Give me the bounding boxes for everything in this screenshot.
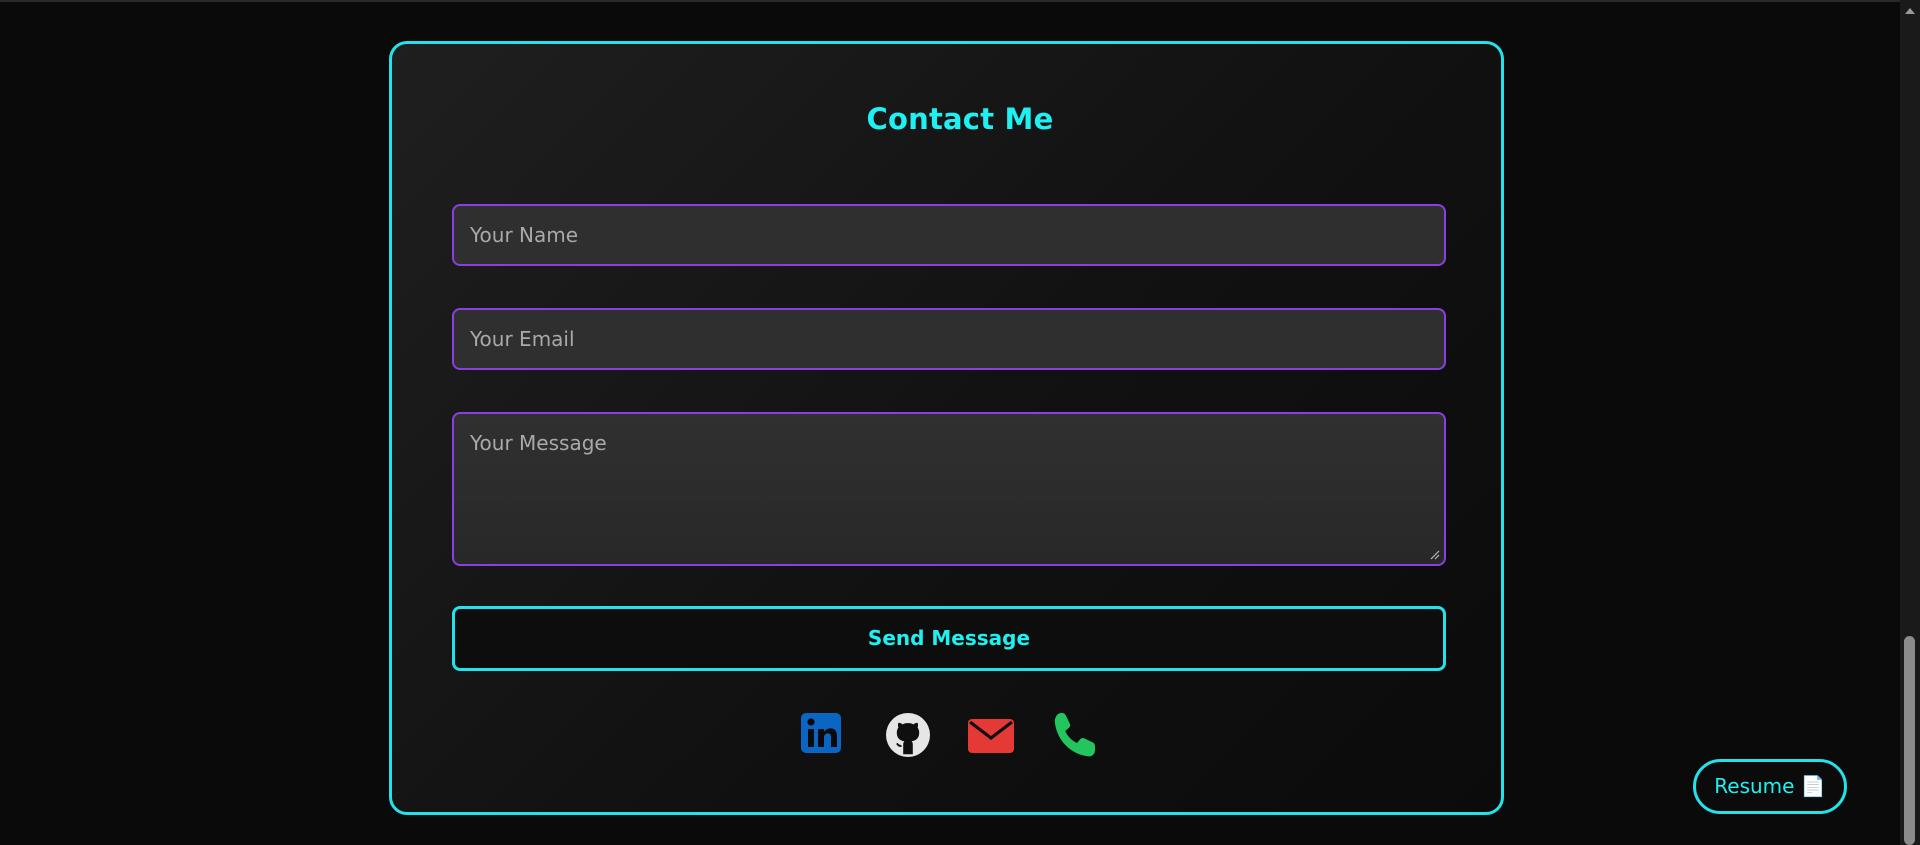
top-divider bbox=[0, 0, 1900, 2]
message-field[interactable]: Your Message bbox=[452, 412, 1446, 566]
name-placeholder: Your Name bbox=[470, 223, 579, 247]
github-icon[interactable] bbox=[884, 711, 932, 759]
name-field[interactable]: Your Name bbox=[452, 204, 1446, 266]
resume-button[interactable]: Resume 📄 bbox=[1693, 759, 1847, 814]
send-message-button[interactable]: Send Message bbox=[452, 606, 1446, 671]
scroll-up-icon[interactable] bbox=[1905, 8, 1915, 14]
email-placeholder: Your Email bbox=[470, 327, 575, 351]
resize-grip-icon[interactable] bbox=[1430, 550, 1440, 560]
phone-icon[interactable] bbox=[1052, 711, 1100, 759]
scrollbar-thumb[interactable] bbox=[1904, 636, 1915, 845]
email-icon[interactable] bbox=[967, 711, 1015, 759]
page-title: Contact Me bbox=[866, 102, 1054, 136]
linkedin-icon[interactable] bbox=[799, 711, 847, 759]
message-placeholder: Your Message bbox=[470, 431, 607, 455]
email-field[interactable]: Your Email bbox=[452, 308, 1446, 370]
